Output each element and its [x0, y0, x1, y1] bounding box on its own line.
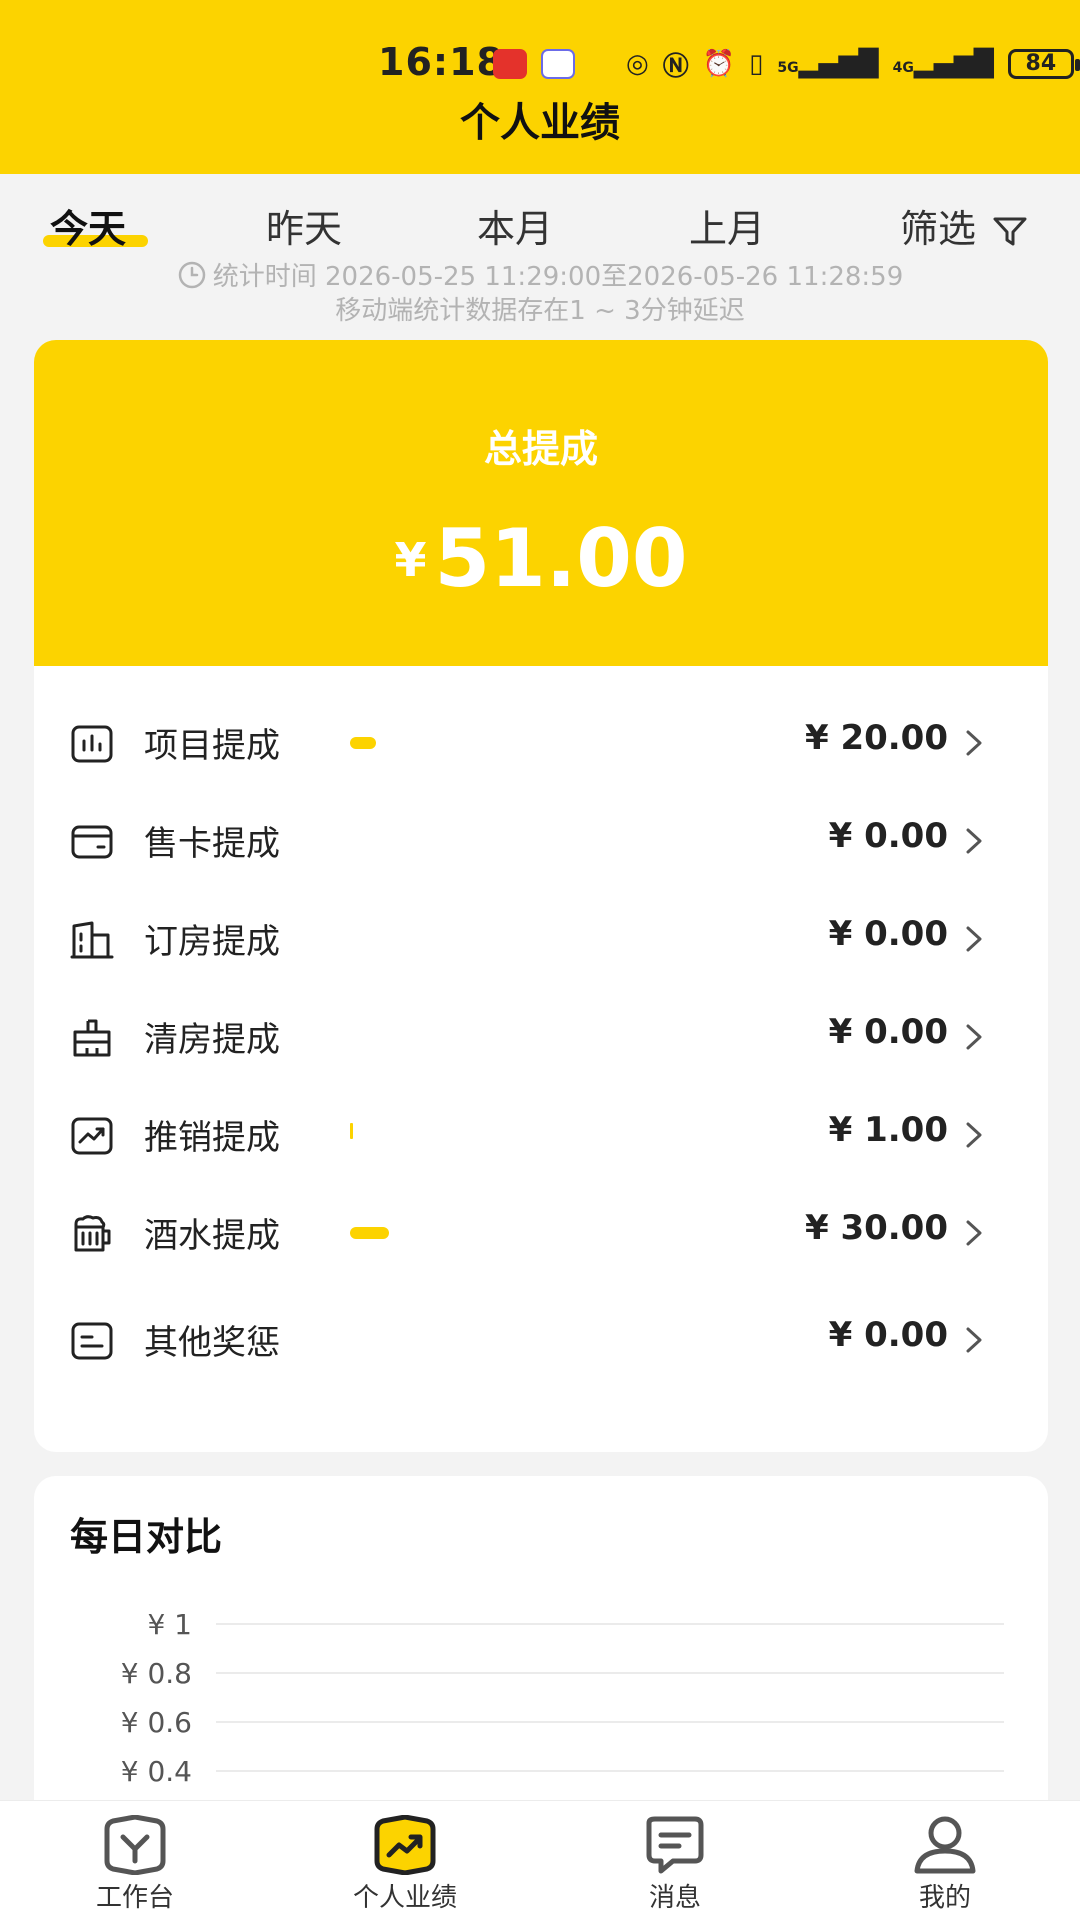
vibrate-icon: ▯ [749, 49, 764, 79]
nfc-icon: Ⓝ [662, 51, 689, 82]
row-room-cleaning-commission[interactable]: 清房提成 ¥ 0.00 [34, 988, 1048, 1086]
message-icon [646, 1816, 704, 1874]
y-tick-label: ¥ 1 [147, 1608, 192, 1641]
chevron-right-icon [966, 1122, 982, 1148]
beer-icon [74, 1215, 111, 1252]
row-label: 其他奖惩 [144, 1323, 280, 1363]
currency-symbol: ¥ [394, 533, 427, 587]
bottom-navigation: 工作台 个人业绩 消息 我的 [0, 1800, 1080, 1920]
row-amount: ¥ 0.00 [828, 816, 948, 856]
app-header: 16:18 ◎ Ⓝ ⏰ ▯ 5G▂▄▆█ 4G▂▄▆█ 84 个人业绩 [0, 0, 1080, 174]
row-label: 推销提成 [144, 1118, 280, 1158]
wallet-icon [71, 825, 113, 859]
battery-icon: 84 [1007, 49, 1080, 79]
hd-call-icon: ◎ [626, 49, 649, 79]
row-label: 售卡提成 [144, 824, 280, 864]
nav-label: 我的 [918, 1883, 971, 1913]
tab-yesterday[interactable]: 昨天 [266, 198, 342, 253]
status-bar: 16:18 ◎ Ⓝ ⏰ ▯ 5G▂▄▆█ 4G▂▄▆█ 84 [0, 40, 1080, 90]
nav-item-performance[interactable]: 个人业绩 [305, 1815, 505, 1914]
row-amount: ¥ 20.00 [804, 718, 948, 758]
status-time: 16:18 [378, 40, 504, 84]
chevron-right-icon [966, 828, 982, 854]
chevron-right-icon [966, 730, 982, 756]
nav-item-workbench[interactable]: 工作台 [35, 1815, 235, 1914]
row-other-rewards-penalties[interactable]: 其他奖惩 ¥ 0.00 [34, 1291, 1048, 1389]
period-tabs: 今天 昨天 本月 上月 筛选 [0, 198, 1080, 254]
filter-icon [993, 217, 1027, 245]
broom-icon [73, 1019, 111, 1057]
bar-chart-icon [71, 725, 113, 763]
building-icon [70, 921, 114, 959]
y-tick-label: ¥ 0.8 [121, 1657, 192, 1690]
row-progress-bar [350, 1227, 389, 1239]
stat-time-range: 统计时间 2026-05-25 11:29:00至2026-05-26 11:2… [0, 256, 1080, 293]
clock-icon [178, 261, 205, 289]
row-amount: ¥ 0.00 [828, 1315, 948, 1355]
row-amount: ¥ 1.00 [828, 1110, 948, 1150]
chevron-right-icon [966, 1024, 982, 1050]
chevron-right-icon [966, 926, 982, 952]
app-notification-icon [541, 49, 575, 79]
y-tick-label: ¥ 0.4 [121, 1755, 192, 1788]
row-sales-promotion-commission[interactable]: 推销提成 ¥ 1.00 [34, 1086, 1048, 1184]
stat-delay-note: 移动端统计数据存在1 ~ 3分钟延迟 [335, 296, 745, 326]
row-card-sales-commission[interactable]: 售卡提成 ¥ 0.00 [34, 792, 1048, 890]
row-label: 订房提成 [144, 922, 280, 962]
note-icon [71, 1322, 113, 1360]
total-commission-label: 总提成 [483, 427, 598, 471]
tab-today[interactable]: 今天 [50, 198, 126, 253]
row-progress-bar [350, 737, 376, 749]
alarm-icon: ⏰ [702, 49, 736, 79]
total-commission-amount: ¥51.00 [34, 512, 1048, 605]
filter-button[interactable]: 筛选 [900, 198, 1028, 253]
total-commission-value: 51.00 [434, 512, 688, 605]
row-progress-bar [350, 1123, 353, 1139]
total-commission: 总提成 ¥51.00 [34, 340, 1048, 666]
commission-card: 总提成 ¥51.00 项目提成 ¥ 20.00 售卡提成 ¥ 0.00 订房提成… [34, 340, 1048, 1452]
tab-this-month[interactable]: 本月 [477, 198, 553, 253]
row-amount: ¥ 30.00 [804, 1208, 948, 1248]
nav-label: 个人业绩 [352, 1883, 457, 1913]
filter-label: 筛选 [900, 207, 977, 251]
page-title: 个人业绩 [460, 100, 620, 146]
nav-label: 工作台 [95, 1883, 174, 1913]
row-project-commission[interactable]: 项目提成 ¥ 20.00 [34, 694, 1048, 792]
row-label: 酒水提成 [144, 1216, 280, 1256]
performance-icon [374, 1815, 436, 1875]
row-drinks-commission[interactable]: 酒水提成 ¥ 30.00 [34, 1184, 1048, 1282]
y-tick-label: ¥ 0.6 [121, 1706, 192, 1739]
row-room-booking-commission[interactable]: 订房提成 ¥ 0.00 [34, 890, 1048, 988]
user-icon [914, 1816, 976, 1874]
chevron-right-icon [966, 1220, 982, 1246]
row-amount: ¥ 0.00 [828, 1012, 948, 1052]
chevron-right-icon [966, 1327, 982, 1353]
row-label: 清房提成 [144, 1020, 280, 1060]
nav-item-profile[interactable]: 我的 [845, 1815, 1045, 1914]
nav-item-messages[interactable]: 消息 [575, 1815, 775, 1914]
status-icons: ◎ Ⓝ ⏰ ▯ 5G▂▄▆█ 4G▂▄▆█ 84 [626, 42, 1080, 86]
row-label: 项目提成 [144, 726, 280, 766]
tab-last-month[interactable]: 上月 [689, 198, 765, 253]
workbench-icon [104, 1815, 166, 1875]
app-notification-icon [493, 49, 527, 79]
signal-5g-icon: 5G▂▄▆█ [777, 49, 879, 79]
nav-label: 消息 [648, 1883, 701, 1913]
trend-icon [71, 1117, 113, 1155]
row-amount: ¥ 0.00 [828, 914, 948, 954]
signal-4g-icon: 4G▂▄▆█ [892, 49, 994, 79]
